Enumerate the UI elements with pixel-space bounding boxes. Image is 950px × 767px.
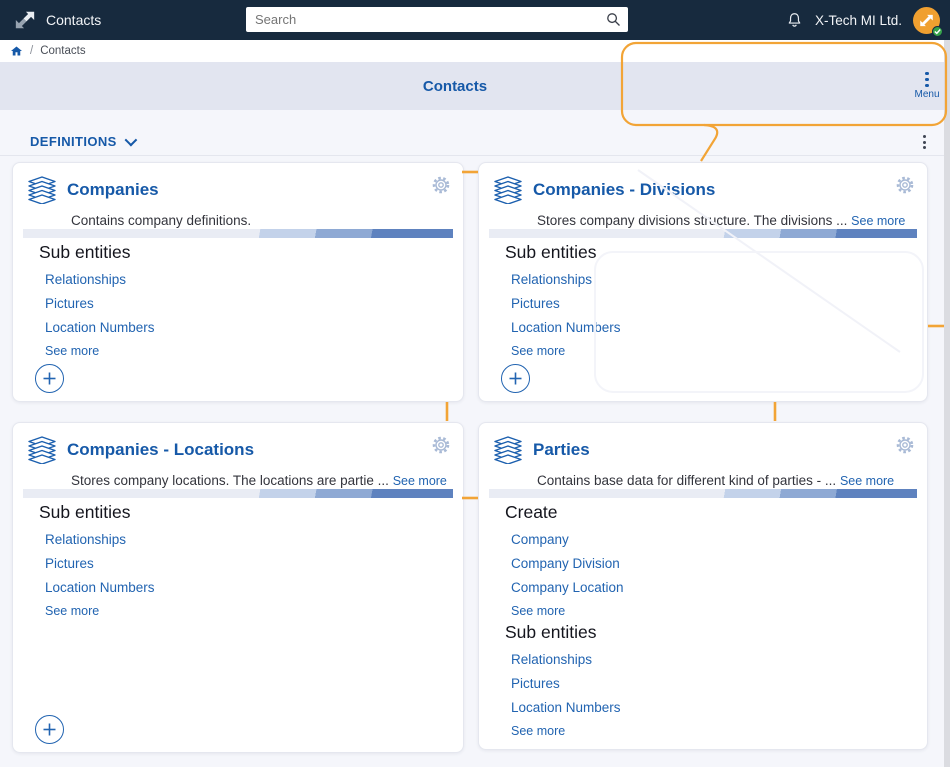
entity-card-companies-locations: Companies - Locations Stores company loc… [12, 422, 464, 753]
entity-card-parties: Parties Contains base data for different… [478, 422, 928, 750]
card-accent-strip [23, 229, 453, 238]
card-accent-strip [489, 229, 917, 238]
section-heading: Sub entities [505, 622, 597, 642]
see-more-link[interactable]: See more [45, 604, 449, 618]
section-heading: Sub entities [39, 502, 131, 522]
entity-link[interactable]: Company Division [511, 556, 913, 571]
entity-link[interactable]: Pictures [511, 296, 913, 311]
add-button[interactable] [35, 715, 64, 744]
section-heading: Create [505, 502, 558, 522]
see-more-link[interactable]: See more [511, 724, 913, 738]
entity-card-companies: Companies Contains company definitions. … [12, 162, 464, 402]
entity-link[interactable]: Pictures [45, 556, 449, 571]
entity-link[interactable]: Location Numbers [45, 580, 449, 595]
entity-link[interactable]: Location Numbers [511, 320, 913, 335]
card-description: Contains base data for different kind of… [479, 473, 927, 488]
app-title: Contacts [46, 12, 102, 28]
card-title[interactable]: Parties [533, 440, 590, 460]
card-description: Contains company definitions. [71, 213, 252, 228]
definitions-title[interactable]: DEFINITIONS [30, 134, 117, 149]
see-more-link[interactable]: See more [45, 344, 449, 358]
plus-icon [43, 723, 56, 736]
add-button[interactable] [501, 364, 530, 393]
breadcrumb-current[interactable]: Contacts [40, 45, 85, 57]
layer-stack-icon [28, 176, 56, 204]
page-title: Contacts [422, 77, 488, 95]
check-badge-icon [932, 25, 943, 37]
definitions-bar: DEFINITIONS [0, 127, 950, 156]
plus-icon [43, 372, 56, 385]
breadcrumb-separator: / [30, 45, 34, 57]
description-text: Contains base data for different kind of… [537, 473, 837, 488]
organization-name[interactable]: X-Tech MI Ltd. [815, 13, 902, 28]
entity-link[interactable]: Relationships [511, 272, 913, 287]
card-title[interactable]: Companies [67, 180, 159, 200]
plus-icon [509, 372, 522, 385]
section-heading: Sub entities [505, 242, 597, 262]
search-input[interactable] [246, 12, 606, 27]
card-accent-strip [23, 489, 453, 498]
layer-stack-icon [494, 176, 522, 204]
see-more-link[interactable]: See more [840, 474, 894, 488]
card-description: Stores company divisions structure. The … [479, 213, 927, 228]
entity-link[interactable]: Relationships [511, 652, 913, 667]
layer-stack-icon [494, 436, 522, 464]
app-logo-icon[interactable] [14, 9, 36, 31]
global-search[interactable] [246, 7, 628, 32]
gear-icon[interactable] [895, 175, 915, 195]
page-menu-label: Menu [914, 89, 940, 101]
entity-link[interactable]: Relationships [45, 532, 449, 547]
gear-icon[interactable] [895, 435, 915, 455]
entity-card-companies-divisions: Companies - Divisions Stores company div… [478, 162, 928, 402]
card-title[interactable]: Companies - Divisions [533, 180, 715, 200]
entity-link[interactable]: Relationships [45, 272, 449, 287]
entity-link[interactable]: Location Numbers [511, 700, 913, 715]
entity-link[interactable]: Pictures [45, 296, 449, 311]
home-icon[interactable] [10, 45, 23, 57]
definitions-kebab-icon[interactable] [923, 135, 926, 149]
card-description: Stores company locations. The locations … [13, 473, 463, 488]
see-more-link[interactable]: See more [851, 214, 905, 228]
gear-icon[interactable] [431, 175, 451, 195]
user-avatar[interactable] [913, 6, 943, 37]
gear-icon[interactable] [431, 435, 451, 455]
layer-stack-icon [28, 436, 56, 464]
breadcrumb: / Contacts [0, 40, 950, 62]
page-header: Contacts Menu [0, 62, 950, 110]
see-more-link[interactable]: See more [511, 344, 913, 358]
chevron-down-icon[interactable] [124, 133, 138, 146]
avatar-arrows-icon [920, 14, 933, 26]
bell-icon[interactable] [785, 11, 804, 30]
entity-link[interactable]: Location Numbers [45, 320, 449, 335]
entity-link[interactable]: Company Location [511, 580, 913, 595]
search-icon[interactable] [606, 12, 621, 27]
description-text: Stores company locations. The locations … [71, 473, 389, 488]
card-title[interactable]: Companies - Locations [67, 440, 254, 460]
see-more-link[interactable]: See more [393, 474, 447, 488]
top-bar: Contacts X-Tech MI Ltd. [0, 0, 950, 40]
scrollbar-track[interactable] [944, 40, 950, 767]
card-accent-strip [489, 489, 917, 498]
add-button[interactable] [35, 364, 64, 393]
section-heading: Sub entities [39, 242, 131, 262]
entity-link[interactable]: Company [511, 532, 913, 547]
entity-link[interactable]: Pictures [511, 676, 913, 691]
kebab-menu-icon [925, 71, 929, 88]
see-more-link[interactable]: See more [511, 604, 913, 618]
description-text: Stores company divisions structure. The … [537, 213, 848, 228]
